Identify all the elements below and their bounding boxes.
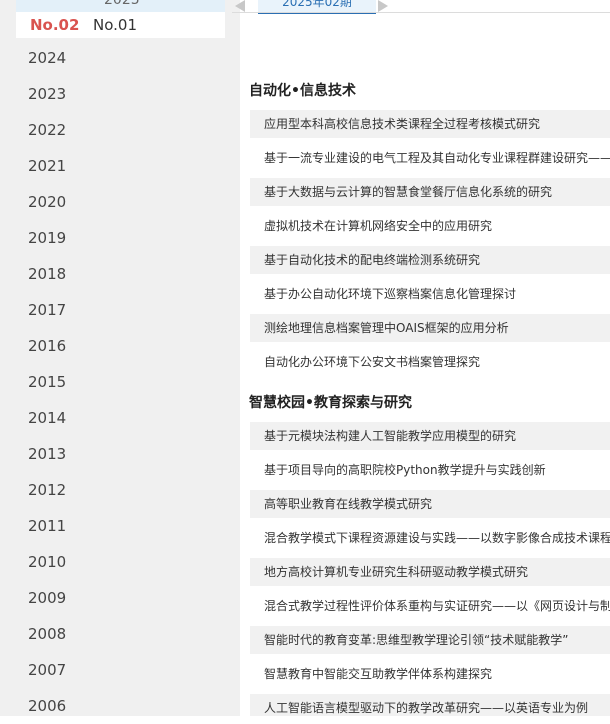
year-item[interactable]: 2019	[16, 220, 225, 256]
year-item[interactable]: 2016	[16, 328, 225, 364]
article-link[interactable]: 基于项目导向的高职院校Python教学提升与实践创新	[250, 456, 610, 484]
year-item[interactable]: 2023	[16, 76, 225, 112]
article-link[interactable]: 基于大数据与云计算的智慧食堂餐厅信息化系统的研究	[250, 178, 610, 206]
article-link[interactable]: 智能时代的教育变革:思维型教学理论引领“技术赋能教学”	[250, 626, 610, 654]
tab-prev-arrow-icon[interactable]	[235, 0, 245, 12]
section-title: 自动化•信息技术	[249, 83, 356, 99]
article-link[interactable]: 混合教学模式下课程资源建设与实践——以数字影像合成技术课程	[250, 524, 610, 552]
year-item-current[interactable]: 2025	[16, 0, 225, 12]
article-link[interactable]: 测绘地理信息档案管理中OAIS框架的应用分析	[250, 314, 610, 342]
year-item[interactable]: 2024	[16, 40, 225, 76]
year-item[interactable]: 2010	[16, 544, 225, 580]
article-link[interactable]: 智慧教育中智能交互助教学伴体系构建探究	[250, 660, 610, 688]
year-item[interactable]: 2020	[16, 184, 225, 220]
year-item[interactable]: 2014	[16, 400, 225, 436]
article-link[interactable]: 高等职业教育在线教学模式研究	[250, 490, 610, 518]
year-label: 2025	[104, 0, 140, 8]
article-link[interactable]: 人工智能语言模型驱动下的教学改革研究——以英语专业为例	[250, 694, 610, 716]
year-item[interactable]: 2009	[16, 580, 225, 616]
article-link[interactable]: 虚拟机技术在计算机网络安全中的应用研究	[250, 212, 610, 240]
issue-link[interactable]: No.01	[93, 16, 137, 34]
year-item[interactable]: 2008	[16, 616, 225, 652]
issue-list: No.02 No.01	[16, 12, 225, 38]
year-issue-sidebar: 2025 No.02 No.01 2024 2023 2022 2021 2020 201…	[0, 0, 240, 716]
year-item[interactable]: 2017	[16, 292, 225, 328]
article-link[interactable]: 应用型本科高校信息技术类课程全过程考核模式研究	[250, 110, 610, 138]
year-item[interactable]: 2011	[16, 508, 225, 544]
section-title: 智慧校园•教育探索与研究	[249, 395, 412, 411]
article-link[interactable]: 基于元模块法构建人工智能教学应用模型的研究	[250, 422, 610, 450]
year-list: 2024 2023 2022 2021 2020 2019 2018 2017 2016 2015…	[16, 40, 225, 724]
year-item[interactable]: 2006	[16, 688, 225, 724]
article-catalog: 自动化•信息技术应用型本科高校信息技术类课程全过程考核模式研究 基于一流专业建设的…	[248, 0, 610, 716]
article-link[interactable]: 基于办公自动化环境下巡察档案信息化管理探讨	[250, 280, 610, 308]
year-item[interactable]: 2013	[16, 436, 225, 472]
article-link[interactable]: 基于一流专业建设的电气工程及其自动化专业课程群建设研究——	[250, 144, 610, 172]
article-link[interactable]: 自动化办公环境下公安文书档案管理探究	[250, 348, 610, 376]
year-item[interactable]: 2022	[16, 112, 225, 148]
year-item[interactable]: 2012	[16, 472, 225, 508]
article-link[interactable]: 地方高校计算机专业研究生科研驱动教学模式研究	[250, 558, 610, 586]
year-item[interactable]: 2021	[16, 148, 225, 184]
year-item[interactable]: 2018	[16, 256, 225, 292]
article-link[interactable]: 混合式教学过程性评价体系重构与实证研究——以《网页设计与制	[250, 592, 610, 620]
year-item[interactable]: 2007	[16, 652, 225, 688]
article-link[interactable]: 基于自动化技术的配电终端检测系统研究	[250, 246, 610, 274]
year-item[interactable]: 2015	[16, 364, 225, 400]
issue-link-current[interactable]: No.02	[30, 16, 79, 34]
